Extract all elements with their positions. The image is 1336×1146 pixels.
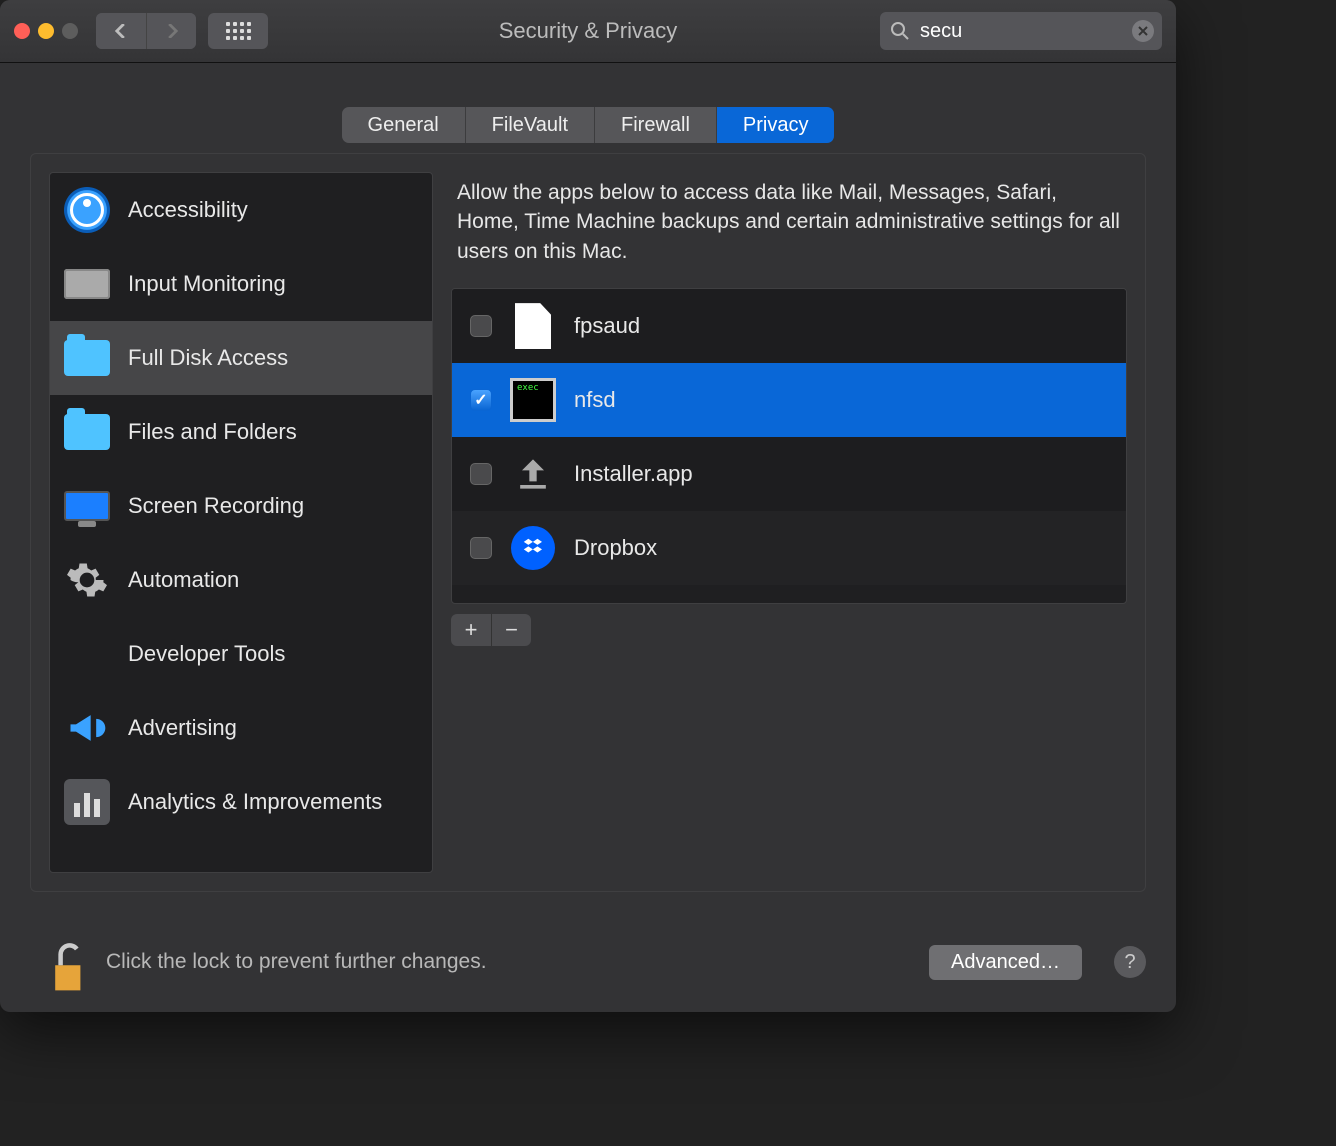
- app-name: Installer.app: [574, 461, 693, 487]
- forward-button[interactable]: [146, 13, 196, 49]
- sidebar-item-analytics[interactable]: Analytics & Improvements: [50, 765, 432, 839]
- search-input[interactable]: [880, 12, 1162, 50]
- sidebar-item-developer-tools[interactable]: Developer Tools: [50, 617, 432, 691]
- app-list[interactable]: fpsaud nfsd Installer.app: [451, 288, 1127, 604]
- app-name: nfsd: [574, 387, 616, 413]
- tab-label: General: [368, 114, 439, 137]
- terminal-icon: [510, 377, 556, 423]
- tab-bar: General FileVault Firewall Privacy: [342, 107, 835, 143]
- app-name: Dropbox: [574, 535, 657, 561]
- minus-icon: −: [505, 617, 518, 643]
- lock-text: Click the lock to prevent further change…: [106, 950, 487, 974]
- keyboard-icon: [64, 261, 110, 307]
- sidebar-item-label: Analytics & Improvements: [128, 789, 382, 815]
- tab-label: Privacy: [743, 114, 809, 137]
- installer-icon: [510, 451, 556, 497]
- grid-icon: [226, 22, 251, 40]
- chart-icon: [64, 779, 110, 825]
- sidebar-item-label: Files and Folders: [128, 419, 297, 445]
- description-text: Allow the apps below to access data like…: [451, 172, 1127, 288]
- accessibility-icon: [64, 187, 110, 233]
- search-wrap: [880, 12, 1162, 50]
- document-icon: [510, 303, 556, 349]
- back-button[interactable]: [96, 13, 146, 49]
- question-icon: ?: [1124, 951, 1135, 974]
- sidebar-item-input-monitoring[interactable]: Input Monitoring: [50, 247, 432, 321]
- plus-icon: +: [465, 617, 478, 643]
- show-all-button[interactable]: [208, 13, 268, 49]
- app-row[interactable]: Dropbox: [452, 511, 1126, 585]
- tab-label: FileVault: [492, 114, 568, 137]
- app-row[interactable]: nfsd: [452, 363, 1126, 437]
- tab-privacy[interactable]: Privacy: [717, 107, 835, 143]
- tab-filevault[interactable]: FileVault: [466, 107, 595, 143]
- chevron-left-icon: [114, 24, 128, 38]
- add-remove-segment: + −: [451, 614, 1127, 646]
- sidebar-item-advertising[interactable]: Advertising: [50, 691, 432, 765]
- lock-button[interactable]: [44, 940, 88, 984]
- app-row[interactable]: Installer.app: [452, 437, 1126, 511]
- chevron-right-icon: [165, 24, 179, 38]
- content-area: General FileVault Firewall Privacy Acces…: [0, 63, 1176, 912]
- folder-icon: [64, 335, 110, 381]
- sidebar-item-label: Full Disk Access: [128, 345, 288, 371]
- tab-firewall[interactable]: Firewall: [595, 107, 717, 143]
- advanced-button[interactable]: Advanced…: [929, 945, 1082, 980]
- app-checkbox[interactable]: [470, 315, 492, 337]
- close-icon: [1138, 26, 1148, 36]
- sidebar-item-label: Input Monitoring: [128, 271, 286, 297]
- close-window-button[interactable]: [14, 23, 30, 39]
- app-checkbox[interactable]: [470, 389, 492, 411]
- help-button[interactable]: ?: [1114, 946, 1146, 978]
- sidebar-item-files-and-folders[interactable]: Files and Folders: [50, 395, 432, 469]
- app-row[interactable]: fpsaud: [452, 289, 1126, 363]
- sidebar-item-label: Accessibility: [128, 197, 248, 223]
- sidebar-item-label: Screen Recording: [128, 493, 304, 519]
- sidebar-item-screen-recording[interactable]: Screen Recording: [50, 469, 432, 543]
- folder-icon: [64, 409, 110, 455]
- sidebar-item-label: Advertising: [128, 715, 237, 741]
- sidebar-item-label: Developer Tools: [128, 641, 285, 667]
- tab-label: Firewall: [621, 114, 690, 137]
- sidebar-item-full-disk-access[interactable]: Full Disk Access: [50, 321, 432, 395]
- gear-icon: [64, 557, 110, 603]
- tab-general[interactable]: General: [342, 107, 466, 143]
- nav-segment: [96, 13, 196, 49]
- minimize-window-button[interactable]: [38, 23, 54, 39]
- blank-icon: [64, 631, 110, 677]
- titlebar: Security & Privacy: [0, 0, 1176, 63]
- app-checkbox[interactable]: [470, 463, 492, 485]
- dropbox-icon: [510, 525, 556, 571]
- screen-icon: [64, 483, 110, 529]
- megaphone-icon: [64, 705, 110, 751]
- remove-app-button[interactable]: −: [491, 614, 531, 646]
- main-pane: Allow the apps below to access data like…: [451, 172, 1127, 873]
- add-app-button[interactable]: +: [451, 614, 491, 646]
- sidebar-item-label: Automation: [128, 567, 239, 593]
- sidebar-item-accessibility[interactable]: Accessibility: [50, 173, 432, 247]
- sidebar-item-automation[interactable]: Automation: [50, 543, 432, 617]
- footer: Click the lock to prevent further change…: [0, 912, 1176, 1012]
- privacy-category-list[interactable]: Accessibility Input Monitoring Full Disk…: [49, 172, 433, 873]
- app-checkbox[interactable]: [470, 537, 492, 559]
- clear-search-button[interactable]: [1132, 20, 1154, 42]
- panel: Accessibility Input Monitoring Full Disk…: [30, 153, 1146, 892]
- zoom-window-button[interactable]: [62, 23, 78, 39]
- app-name: fpsaud: [574, 313, 640, 339]
- unlock-icon: [44, 940, 88, 994]
- search-icon: [890, 21, 910, 41]
- window-controls: [14, 23, 78, 39]
- preferences-window: Security & Privacy General FileVault Fir…: [0, 0, 1176, 1012]
